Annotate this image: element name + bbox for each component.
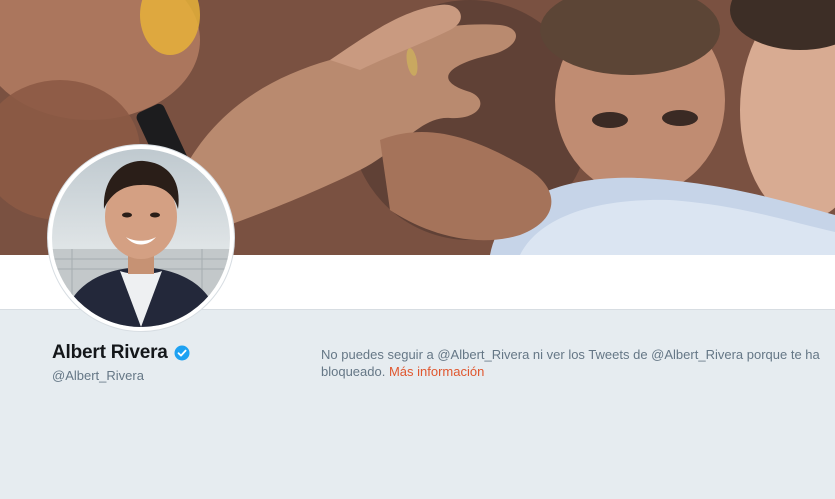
profile-name-row: Albert Rivera [52, 342, 190, 364]
profile-avatar[interactable] [48, 145, 234, 331]
avatar-photo [52, 149, 230, 327]
profile-handle[interactable]: @Albert_Rivera [52, 368, 144, 383]
verified-badge-icon [174, 345, 190, 361]
blocked-notice: No puedes seguir a @Albert_Rivera ni ver… [321, 346, 821, 380]
more-info-link[interactable]: Más información [389, 364, 484, 379]
profile-name[interactable]: Albert Rivera [52, 342, 168, 364]
